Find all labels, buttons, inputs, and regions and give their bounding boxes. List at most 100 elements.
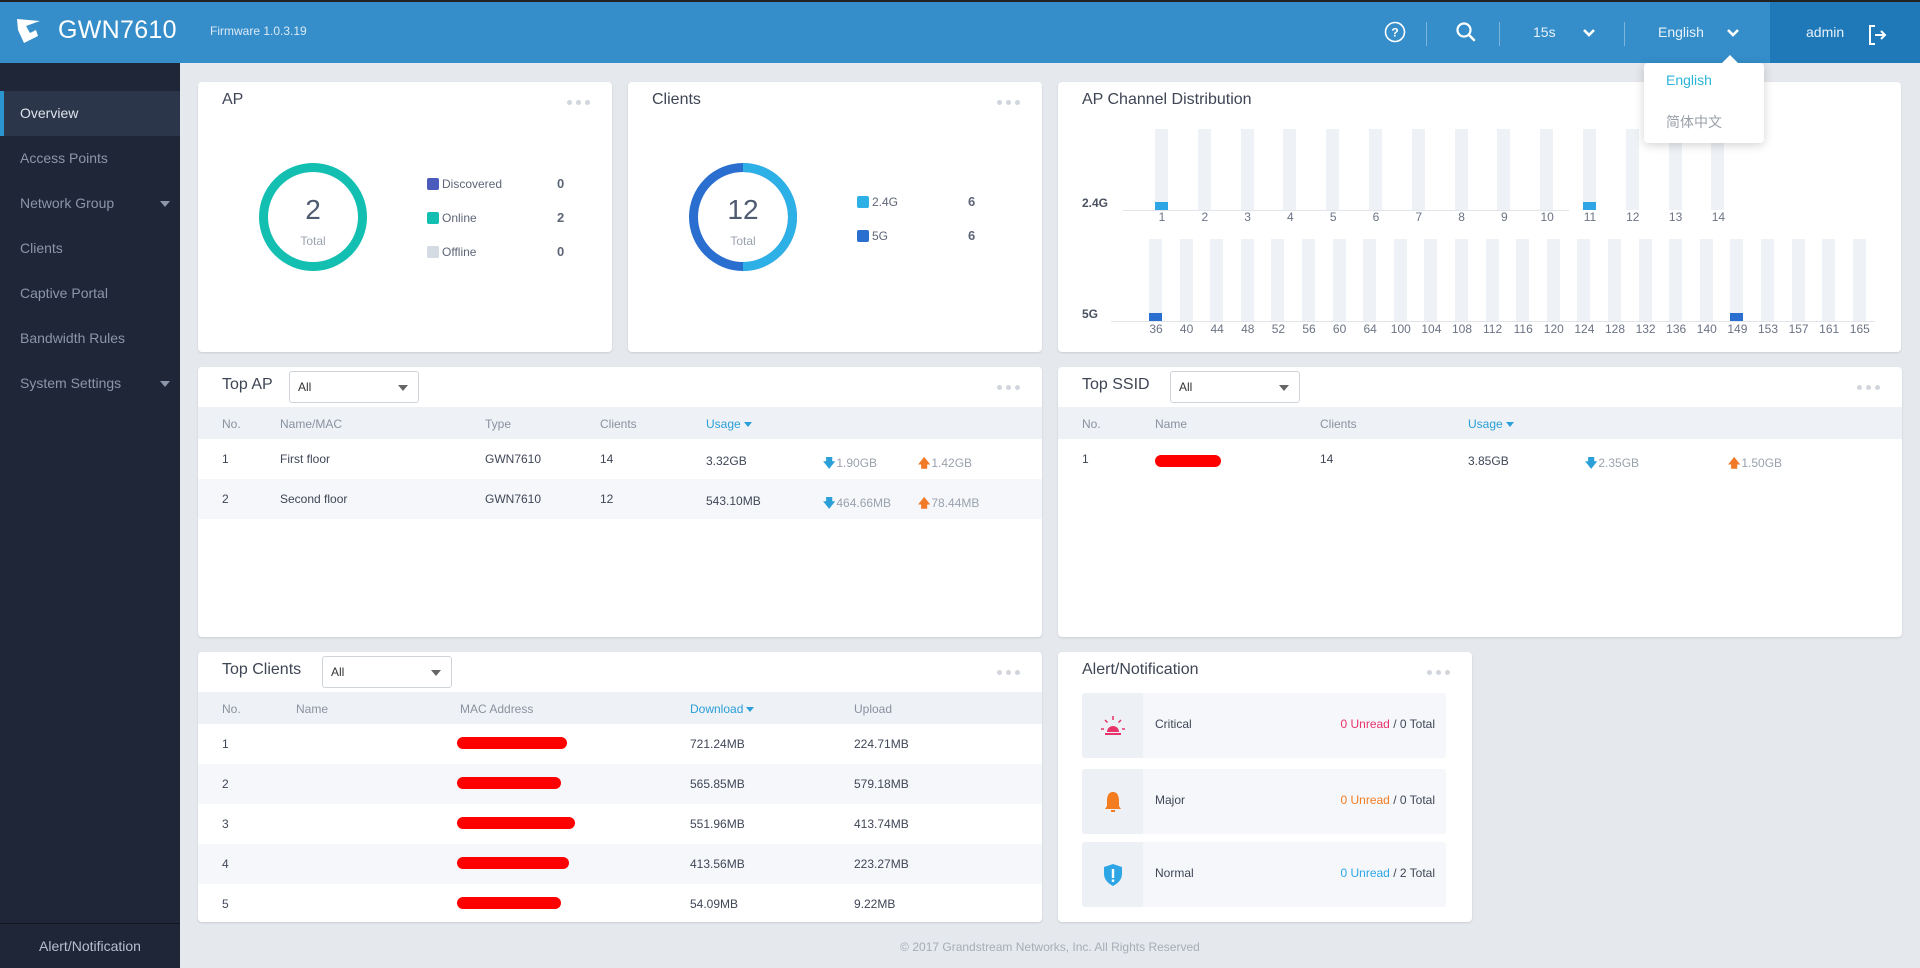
table-row[interactable]: 1 First floor GWN7610 14 3.32GB 🡇1.90GB … bbox=[198, 439, 1042, 479]
channel-bar-5g-112 bbox=[1485, 239, 1499, 321]
language-select[interactable]: English bbox=[1658, 24, 1704, 40]
sidebar-item-system-settings[interactable]: System Settings bbox=[0, 361, 180, 406]
cell-name[interactable]: First floor bbox=[280, 452, 330, 466]
clients-card: Clients 12 Total 2.4G 6 5G 6 bbox=[628, 82, 1042, 352]
sidebar-item-overview[interactable]: Overview bbox=[0, 91, 180, 136]
top-ssid-filter-select[interactable]: All bbox=[1170, 371, 1300, 403]
column-name[interactable]: Name bbox=[296, 702, 328, 716]
column-name-mac[interactable]: Name/MAC bbox=[280, 417, 342, 431]
download-value: 464.66MB bbox=[836, 496, 892, 510]
logout-icon[interactable] bbox=[1866, 23, 1890, 47]
cell-type: GWN7610 bbox=[485, 452, 542, 466]
clients-total-label: Total bbox=[730, 234, 756, 248]
more-options-icon[interactable] bbox=[567, 100, 590, 105]
sidebar-alert-notification-link[interactable]: Alert/Notification bbox=[0, 923, 180, 968]
more-options-icon[interactable] bbox=[1427, 670, 1450, 675]
sidebar-item-access-points[interactable]: Access Points bbox=[0, 136, 180, 181]
column-download-sorted[interactable]: Download bbox=[690, 702, 754, 716]
more-options-icon[interactable] bbox=[997, 385, 1020, 390]
legend-5g: 5G bbox=[857, 229, 888, 243]
table-row[interactable]: 2 Second floor GWN7610 12 543.10MB 🡇464.… bbox=[198, 479, 1042, 519]
column-mac-address[interactable]: MAC Address bbox=[460, 702, 533, 716]
arrow-down-icon: 🡇 bbox=[1585, 456, 1598, 470]
cell-usage: 3.85GB bbox=[1468, 454, 1509, 468]
table-row[interactable]: 4 413.56MB 223.27MB bbox=[198, 844, 1042, 884]
table-row[interactable]: 1 14 3.85GB 🡇2.35GB 🡅1.50GB bbox=[1058, 439, 1902, 479]
sidebar-item-clients[interactable]: Clients bbox=[0, 226, 180, 271]
top-clients-filter-select[interactable]: All bbox=[322, 656, 452, 688]
chevron-down-icon[interactable] bbox=[1726, 26, 1740, 40]
cell-no: 4 bbox=[222, 857, 229, 871]
help-circle-icon[interactable]: ? bbox=[1383, 20, 1407, 44]
channel-tick-label: 11 bbox=[1583, 210, 1597, 224]
channel-bar-5g-136 bbox=[1669, 239, 1683, 321]
cell-upload: 🡅1.42GB bbox=[918, 454, 972, 475]
column-upload[interactable]: Upload bbox=[854, 702, 892, 716]
cell-download: 54.09MB bbox=[690, 897, 739, 911]
more-options-icon[interactable] bbox=[997, 100, 1020, 105]
channel-tick-label: 104 bbox=[1421, 322, 1442, 336]
channel-bar-24g-12 bbox=[1625, 129, 1639, 210]
column-type[interactable]: Type bbox=[485, 417, 511, 431]
table-row[interactable]: 2 565.85MB 579.18MB bbox=[198, 764, 1042, 804]
top-ap-filter-select[interactable]: All bbox=[289, 371, 419, 403]
channel-tick-label: 108 bbox=[1451, 322, 1473, 336]
redacted-mac-address bbox=[457, 777, 561, 789]
cell-clients: 12 bbox=[600, 492, 614, 506]
sidebar-item-network-group[interactable]: Network Group bbox=[0, 181, 180, 226]
sidebar-item-bandwidth-rules[interactable]: Bandwidth Rules bbox=[0, 316, 180, 361]
legend-24g: 2.4G bbox=[857, 195, 898, 209]
more-options-icon[interactable] bbox=[1857, 385, 1880, 390]
column-name[interactable]: Name bbox=[1155, 417, 1187, 431]
column-clients[interactable]: Clients bbox=[600, 417, 637, 431]
channel-tick-label: 40 bbox=[1179, 322, 1194, 336]
unread-count[interactable]: 0 Unread bbox=[1340, 866, 1389, 880]
language-option-english[interactable]: English bbox=[1666, 72, 1712, 88]
legend-label: Offline bbox=[442, 245, 477, 259]
column-usage-sorted[interactable]: Usage bbox=[1468, 417, 1514, 431]
table-row[interactable]: 5 54.09MB 9.22MB bbox=[198, 884, 1042, 924]
unread-count[interactable]: 0 Unread bbox=[1340, 793, 1389, 807]
channel-bar-5g-140 bbox=[1699, 239, 1713, 321]
column-usage-sorted[interactable]: Usage bbox=[706, 417, 752, 431]
sidebar-item-captive-portal[interactable]: Captive Portal bbox=[0, 271, 180, 316]
channel-tick-label: 120 bbox=[1543, 322, 1564, 336]
unread-count[interactable]: 0 Unread bbox=[1340, 717, 1389, 731]
more-options-icon[interactable] bbox=[997, 670, 1020, 675]
firmware-version: Firmware 1.0.3.19 bbox=[210, 24, 307, 38]
channel-bar-5g-44 bbox=[1210, 239, 1224, 321]
download-value: 2.35GB bbox=[1598, 456, 1640, 470]
alert-row-major[interactable]: Major 0 Unread / 0 Total bbox=[1082, 769, 1446, 834]
card-title: AP Channel Distribution bbox=[1082, 91, 1252, 108]
refresh-interval-select[interactable]: 15s bbox=[1533, 24, 1556, 40]
channel-bar-24g-6 bbox=[1369, 129, 1382, 210]
column-clients[interactable]: Clients bbox=[1320, 417, 1357, 431]
sidebar-item-label: Bandwidth Rules bbox=[20, 330, 126, 346]
cell-download: 🡇2.35GB bbox=[1585, 454, 1639, 475]
filter-value: All bbox=[298, 380, 312, 394]
alert-row-critical[interactable]: Critical 0 Unread / 0 Total bbox=[1082, 693, 1446, 758]
table-row[interactable]: 3 551.96MB 413.74MB bbox=[198, 804, 1042, 844]
channel-bar-5g-64 bbox=[1363, 239, 1377, 321]
channel-tick-label: 9 bbox=[1501, 210, 1508, 224]
channel-bar-24g-1 bbox=[1155, 129, 1168, 210]
username[interactable]: admin bbox=[1806, 24, 1844, 40]
channel-bar-5g-132 bbox=[1638, 239, 1652, 321]
cell-name[interactable]: Second floor bbox=[280, 492, 347, 506]
language-option-chinese[interactable]: 简体中文 bbox=[1666, 112, 1722, 132]
upload-value: 1.42GB bbox=[931, 456, 973, 470]
alert-notification-card: Alert/Notification Critical 0 Unread / 0… bbox=[1058, 652, 1472, 922]
table-row[interactable]: 1 721.24MB 224.71MB bbox=[198, 724, 1042, 764]
cell-no: 1 bbox=[222, 737, 229, 751]
sidebar-item-label: System Settings bbox=[20, 375, 122, 391]
channel-tick-label: 6 bbox=[1372, 210, 1380, 224]
alert-icon-cell bbox=[1082, 842, 1143, 907]
channel-tick-label: 161 bbox=[1819, 322, 1840, 336]
top-ssid-card: Top SSID All No. Name Clients Usage 1 14… bbox=[1058, 367, 1902, 637]
alert-row-normal[interactable]: Normal 0 Unread / 2 Total bbox=[1082, 842, 1446, 907]
chevron-down-icon[interactable] bbox=[1582, 26, 1596, 40]
cell-clients: 14 bbox=[600, 452, 614, 466]
sidebar: Overview Access Points Network Group Cli… bbox=[0, 63, 180, 968]
search-icon[interactable] bbox=[1454, 20, 1478, 44]
arrow-down-icon: 🡇 bbox=[823, 496, 836, 510]
